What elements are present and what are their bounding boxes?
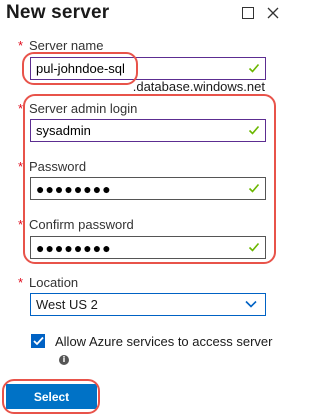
info-icon[interactable]: i (59, 355, 69, 365)
server-name-label-text: Server name (29, 38, 104, 53)
panel-title: New server (6, 2, 110, 23)
required-marker: * (18, 275, 24, 290)
required-marker: * (18, 38, 24, 53)
allow-azure-label[interactable]: Allow Azure services to access server (55, 334, 272, 349)
allow-azure-checkbox[interactable] (31, 334, 45, 348)
check-icon (248, 125, 260, 135)
password-value: ●●●●●●●● (36, 181, 112, 197)
server-name-value: pul-johndoe-sql (36, 61, 125, 76)
server-name-input[interactable]: pul-johndoe-sql (30, 57, 266, 80)
close-button[interactable] (266, 6, 280, 20)
confirm-password-label: * Confirm password (18, 217, 134, 232)
required-marker: * (18, 217, 24, 232)
location-value: West US 2 (36, 297, 98, 312)
location-label-text: Location (29, 275, 79, 290)
close-icon (267, 7, 279, 19)
required-marker: * (18, 159, 24, 174)
required-marker: * (18, 101, 24, 116)
select-button[interactable]: Select (6, 384, 97, 409)
admin-login-label: * Server admin login (18, 101, 138, 116)
password-label-text: Password (29, 159, 87, 174)
confirm-password-label-text: Confirm password (29, 217, 134, 232)
location-label: * Location (18, 275, 79, 290)
admin-login-input[interactable]: sysadmin (30, 119, 266, 142)
checkmark-icon (32, 336, 44, 346)
location-dropdown[interactable]: West US 2 (30, 293, 266, 316)
confirm-password-value: ●●●●●●●● (36, 240, 112, 256)
password-input[interactable]: ●●●●●●●● (30, 177, 266, 200)
square-icon (242, 7, 254, 19)
maximize-button[interactable] (241, 6, 255, 20)
chevron-down-icon (245, 300, 257, 308)
check-icon (248, 242, 260, 252)
server-name-suffix: .database.windows.net (132, 79, 265, 94)
check-icon (248, 183, 260, 193)
confirm-password-input[interactable]: ●●●●●●●● (30, 236, 266, 259)
password-label: * Password (18, 159, 87, 174)
server-name-label: * Server name (18, 38, 104, 53)
admin-login-value: sysadmin (36, 123, 91, 138)
admin-login-label-text: Server admin login (29, 101, 138, 116)
check-icon (248, 63, 260, 73)
